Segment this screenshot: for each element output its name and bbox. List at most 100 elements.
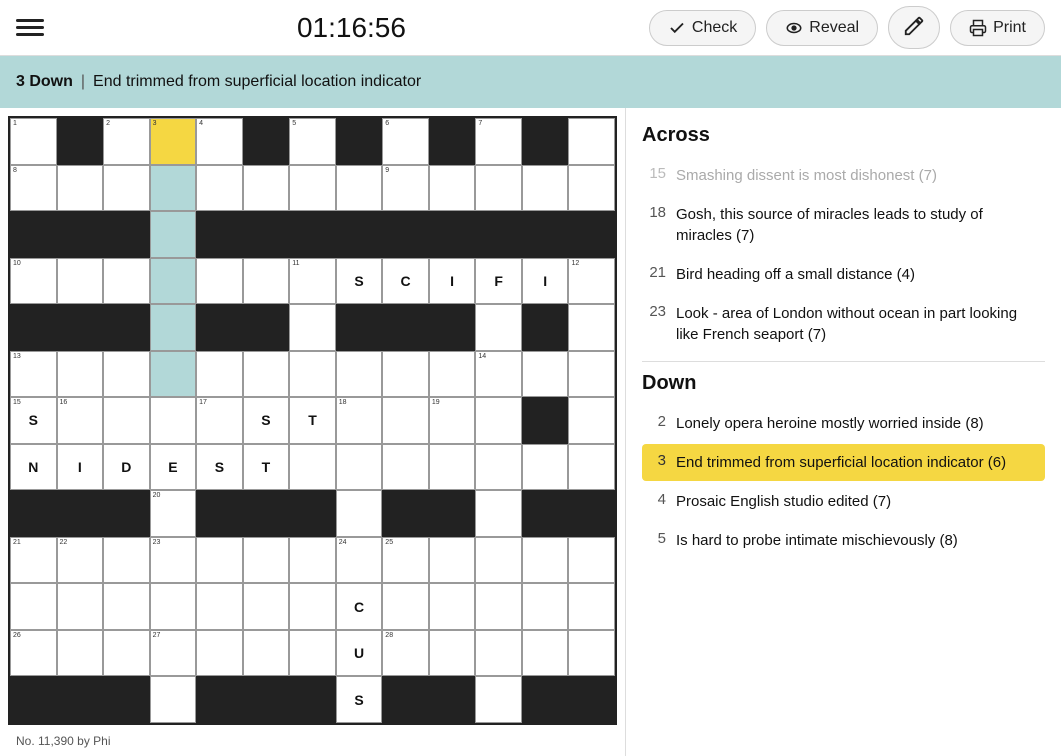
grid-cell[interactable]: 12 — [568, 258, 615, 305]
crossword-grid[interactable]: 1234567891011SCIFI12131415S1617ST1819NID… — [8, 116, 617, 725]
grid-cell[interactable] — [382, 583, 429, 630]
grid-cell[interactable] — [196, 583, 243, 630]
grid-cell[interactable]: 18 — [336, 397, 383, 444]
grid-cell[interactable]: 7 — [475, 118, 522, 165]
grid-cell[interactable]: N — [10, 444, 57, 491]
grid-cell[interactable]: 8 — [10, 165, 57, 212]
grid-cell[interactable] — [522, 444, 569, 491]
grid-cell[interactable]: C — [336, 583, 383, 630]
grid-cell[interactable]: D — [103, 444, 150, 491]
grid-cell[interactable]: 11 — [289, 258, 336, 305]
grid-cell[interactable]: 21 — [10, 537, 57, 584]
grid-cell[interactable] — [568, 118, 615, 165]
grid-cell[interactable] — [475, 444, 522, 491]
grid-cell[interactable] — [289, 444, 336, 491]
grid-cell[interactable] — [243, 258, 290, 305]
grid-cell[interactable] — [289, 537, 336, 584]
grid-cell[interactable]: E — [150, 444, 197, 491]
grid-cell[interactable] — [196, 165, 243, 212]
menu-icon[interactable] — [16, 19, 44, 36]
grid-cell[interactable]: 5 — [289, 118, 336, 165]
grid-cell[interactable]: F — [475, 258, 522, 305]
grid-cell[interactable]: 24 — [336, 537, 383, 584]
grid-cell[interactable] — [289, 304, 336, 351]
grid-cell[interactable] — [196, 537, 243, 584]
grid-cell[interactable] — [57, 630, 104, 677]
grid-cell[interactable] — [289, 351, 336, 398]
grid-cell[interactable] — [150, 258, 197, 305]
grid-cell[interactable] — [57, 351, 104, 398]
down-clue-item[interactable]: 3 End trimmed from superficial location … — [642, 444, 1045, 481]
grid-cell[interactable]: I — [57, 444, 104, 491]
grid-cell[interactable] — [103, 258, 150, 305]
grid-cell[interactable] — [150, 165, 197, 212]
grid-cell[interactable]: U — [336, 630, 383, 677]
grid-cell[interactable]: 13 — [10, 351, 57, 398]
grid-cell[interactable]: 19 — [429, 397, 476, 444]
grid-cell[interactable] — [336, 351, 383, 398]
down-clue-item[interactable]: 2 Lonely opera heroine mostly worried in… — [642, 405, 1045, 442]
grid-cell[interactable] — [475, 490, 522, 537]
grid-cell[interactable]: 27 — [150, 630, 197, 677]
grid-cell[interactable] — [196, 630, 243, 677]
grid-cell[interactable] — [429, 165, 476, 212]
grid-cell[interactable] — [336, 490, 383, 537]
grid-cell[interactable] — [475, 630, 522, 677]
grid-cell[interactable]: 14 — [475, 351, 522, 398]
grid-cell[interactable] — [429, 537, 476, 584]
down-clue-item[interactable]: 4 Prosaic English studio edited (7) — [642, 483, 1045, 520]
grid-cell[interactable] — [382, 351, 429, 398]
grid-cell[interactable] — [289, 583, 336, 630]
grid-cell[interactable] — [336, 444, 383, 491]
grid-cell[interactable] — [150, 676, 197, 723]
grid-cell[interactable] — [475, 165, 522, 212]
grid-cell[interactable] — [57, 165, 104, 212]
grid-cell[interactable] — [568, 537, 615, 584]
grid-cell[interactable] — [382, 444, 429, 491]
grid-cell[interactable]: 4 — [196, 118, 243, 165]
grid-cell[interactable] — [196, 351, 243, 398]
down-clue-item[interactable]: 5 Is hard to probe intimate mischievousl… — [642, 522, 1045, 559]
grid-cell[interactable] — [475, 537, 522, 584]
grid-cell[interactable] — [568, 444, 615, 491]
grid-cell[interactable]: T — [243, 444, 290, 491]
grid-cell[interactable] — [522, 351, 569, 398]
across-clue-item[interactable]: 21 Bird heading off a small distance (4) — [642, 256, 1045, 293]
across-clue-item[interactable]: 18 Gosh, this source of miracles leads t… — [642, 196, 1045, 254]
grid-cell[interactable]: 2 — [103, 118, 150, 165]
grid-cell[interactable]: 9 — [382, 165, 429, 212]
grid-cell[interactable] — [522, 583, 569, 630]
grid-cell[interactable]: S — [336, 676, 383, 723]
grid-cell[interactable]: 22 — [57, 537, 104, 584]
grid-cell[interactable] — [336, 165, 383, 212]
print-button[interactable]: Print — [950, 10, 1045, 46]
grid-cell[interactable]: S — [243, 397, 290, 444]
grid-cell[interactable] — [150, 583, 197, 630]
grid-cell[interactable]: 17 — [196, 397, 243, 444]
grid-cell[interactable]: 20 — [150, 490, 197, 537]
grid-cell[interactable] — [150, 351, 197, 398]
across-clue-item[interactable]: 23 Look - area of London without ocean i… — [642, 295, 1045, 353]
grid-cell[interactable] — [568, 351, 615, 398]
grid-cell[interactable]: S — [336, 258, 383, 305]
grid-cell[interactable]: 23 — [150, 537, 197, 584]
grid-cell[interactable] — [196, 258, 243, 305]
grid-cell[interactable] — [243, 583, 290, 630]
grid-cell[interactable]: S — [196, 444, 243, 491]
grid-cell[interactable]: 6 — [382, 118, 429, 165]
grid-cell[interactable] — [243, 165, 290, 212]
grid-cell[interactable] — [568, 304, 615, 351]
grid-cell[interactable] — [103, 537, 150, 584]
grid-cell[interactable] — [568, 583, 615, 630]
grid-cell[interactable] — [103, 583, 150, 630]
grid-cell[interactable] — [243, 537, 290, 584]
grid-cell[interactable] — [243, 630, 290, 677]
grid-cell[interactable] — [150, 304, 197, 351]
grid-cell[interactable] — [429, 630, 476, 677]
grid-cell[interactable] — [103, 397, 150, 444]
grid-cell[interactable] — [10, 583, 57, 630]
clues-panel[interactable]: Across 15 Smashing dissent is most disho… — [625, 108, 1061, 756]
grid-cell[interactable] — [568, 397, 615, 444]
grid-cell[interactable]: 25 — [382, 537, 429, 584]
grid-cell[interactable] — [475, 397, 522, 444]
